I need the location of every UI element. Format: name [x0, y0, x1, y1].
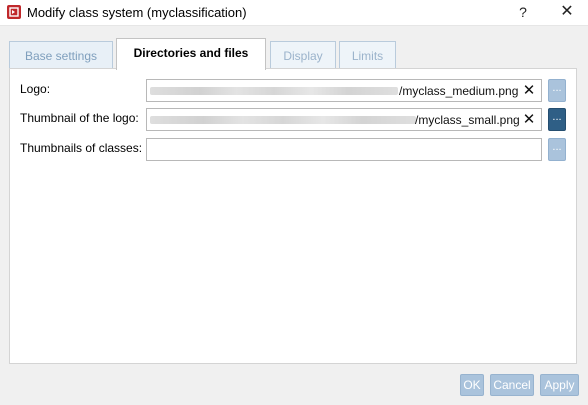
apply-button[interactable]: Apply	[540, 374, 579, 396]
tab-base-settings[interactable]: Base settings	[9, 41, 113, 69]
tab-limits[interactable]: Limits	[339, 41, 396, 69]
thumbnail-path-field[interactable]: /myclass_small.png ✕	[146, 108, 542, 131]
help-button[interactable]: ?	[513, 2, 533, 22]
title-bar: Modify class system (myclassification) ?…	[0, 0, 588, 26]
thumbnail-path-value: /myclass_small.png	[415, 113, 520, 127]
tab-display[interactable]: Display	[270, 41, 336, 69]
blurred-path	[150, 87, 398, 95]
logo-path-field[interactable]: /myclass_medium.png ✕	[146, 79, 542, 102]
ok-button[interactable]: OK	[460, 374, 484, 396]
app-icon	[7, 5, 21, 19]
cancel-button[interactable]: Cancel	[490, 374, 534, 396]
tab-directories-and-files[interactable]: Directories and files	[116, 38, 266, 70]
logo-label: Logo:	[20, 82, 51, 96]
thumbnail-label: Thumbnail of the logo:	[20, 111, 139, 125]
blurred-path	[150, 116, 416, 124]
close-button[interactable]: ✕	[556, 2, 578, 22]
logo-path-value: /myclass_medium.png	[399, 84, 519, 98]
logo-clear-button[interactable]: ✕	[521, 82, 537, 100]
window-title: Modify class system (myclassification)	[27, 5, 247, 20]
class-thumbnails-path-field[interactable]	[146, 138, 542, 161]
class-thumbnails-browse-button[interactable]: ...	[548, 138, 566, 161]
logo-browse-button[interactable]: ...	[548, 79, 566, 102]
thumbnail-clear-button[interactable]: ✕	[521, 111, 537, 129]
class-thumbnails-label: Thumbnails of classes:	[20, 141, 143, 155]
thumbnail-browse-button[interactable]: ...	[548, 108, 566, 131]
